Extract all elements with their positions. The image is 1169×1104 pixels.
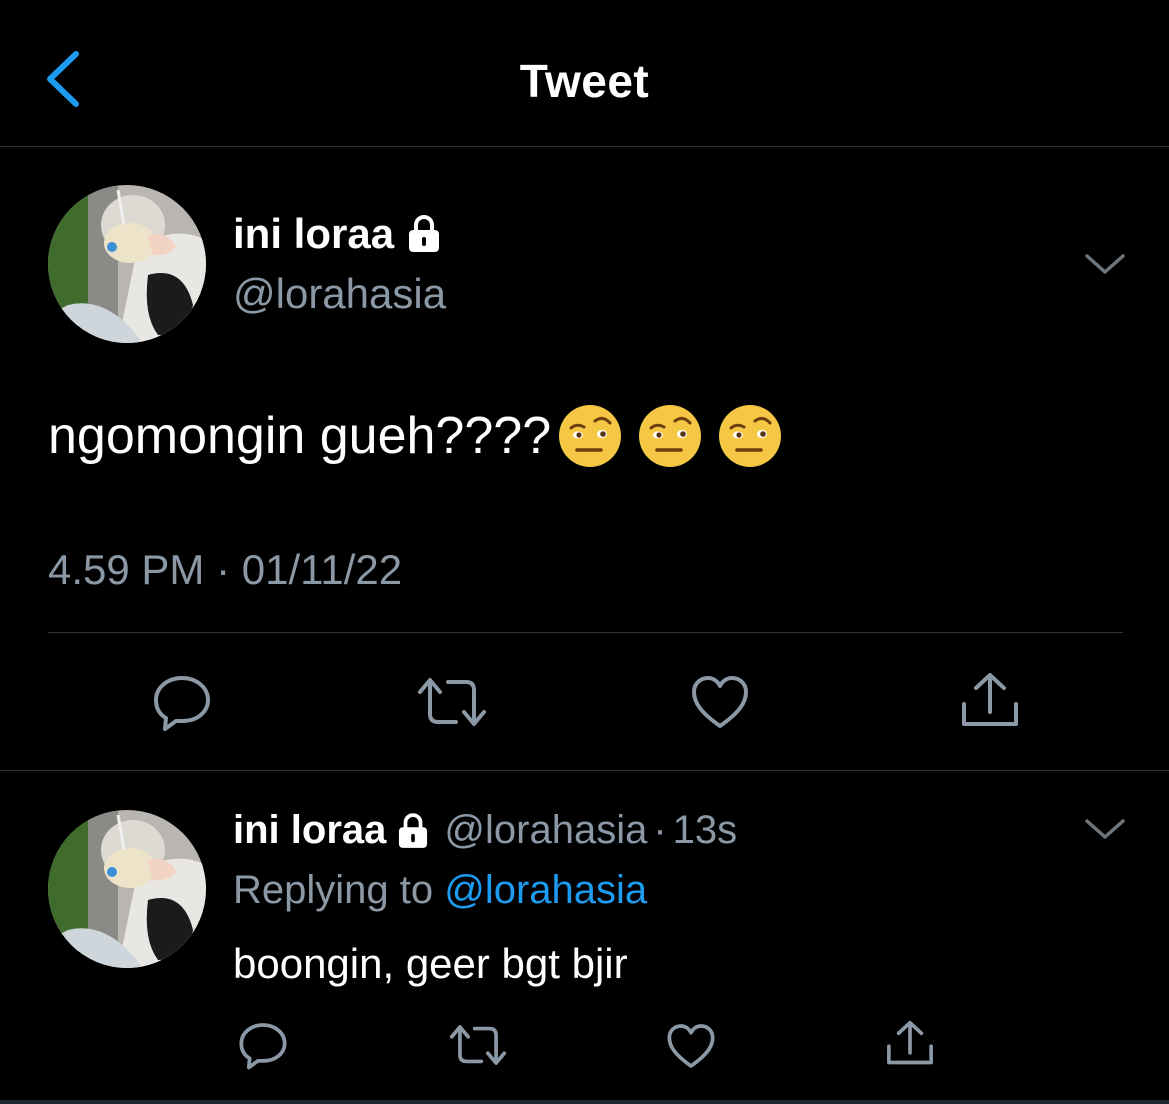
- reply-time: 13s: [672, 808, 738, 852]
- replying-label: Replying to: [233, 868, 434, 912]
- lock-icon: [399, 812, 428, 848]
- page-title: Tweet: [519, 55, 650, 107]
- bottom-divider: [0, 1100, 1169, 1104]
- reply-avatar[interactable]: [48, 810, 206, 968]
- share-icon[interactable]: [958, 670, 1022, 730]
- retweet-icon[interactable]: [416, 674, 488, 730]
- lock-icon: [409, 215, 440, 252]
- top-bar: Tweet: [0, 0, 1169, 147]
- share-icon[interactable]: [884, 1018, 936, 1068]
- reply-author-row: ini loraa @lorahasia · 13s: [233, 808, 737, 853]
- reply-icon[interactable]: [238, 1020, 288, 1070]
- tweet-body: ngomongin gueh????: [48, 407, 552, 465]
- like-icon[interactable]: [666, 1022, 716, 1070]
- raised-eyebrow-emoji: [719, 405, 782, 467]
- tweet-text: ngomongin gueh????: [48, 403, 783, 469]
- reply-text: boongin, geer bgt bjir: [233, 940, 628, 987]
- separator: ·: [653, 808, 667, 852]
- divider: [0, 770, 1169, 771]
- chevron-down-icon[interactable]: [1083, 815, 1127, 843]
- raised-eyebrow-emoji: [559, 405, 622, 467]
- tweet-timestamp[interactable]: 4.59 PM · 01/11/22: [48, 546, 402, 594]
- reply-icon[interactable]: [152, 672, 212, 732]
- divider: [48, 632, 1123, 633]
- display-name[interactable]: ini loraa: [233, 210, 394, 258]
- like-icon[interactable]: [690, 674, 750, 730]
- reply-display-name[interactable]: ini loraa: [233, 808, 386, 853]
- raised-eyebrow-emoji: [639, 405, 702, 467]
- replying-to: Replying to @lorahasia: [233, 868, 647, 913]
- author-row: ini loraa: [233, 210, 440, 258]
- retweet-icon[interactable]: [448, 1022, 508, 1068]
- reply-username[interactable]: @lorahasia: [444, 808, 647, 853]
- chevron-down-icon[interactable]: [1083, 250, 1127, 278]
- username[interactable]: @lorahasia: [233, 270, 446, 318]
- avatar[interactable]: [48, 185, 206, 343]
- mention-link[interactable]: @lorahasia: [444, 868, 647, 912]
